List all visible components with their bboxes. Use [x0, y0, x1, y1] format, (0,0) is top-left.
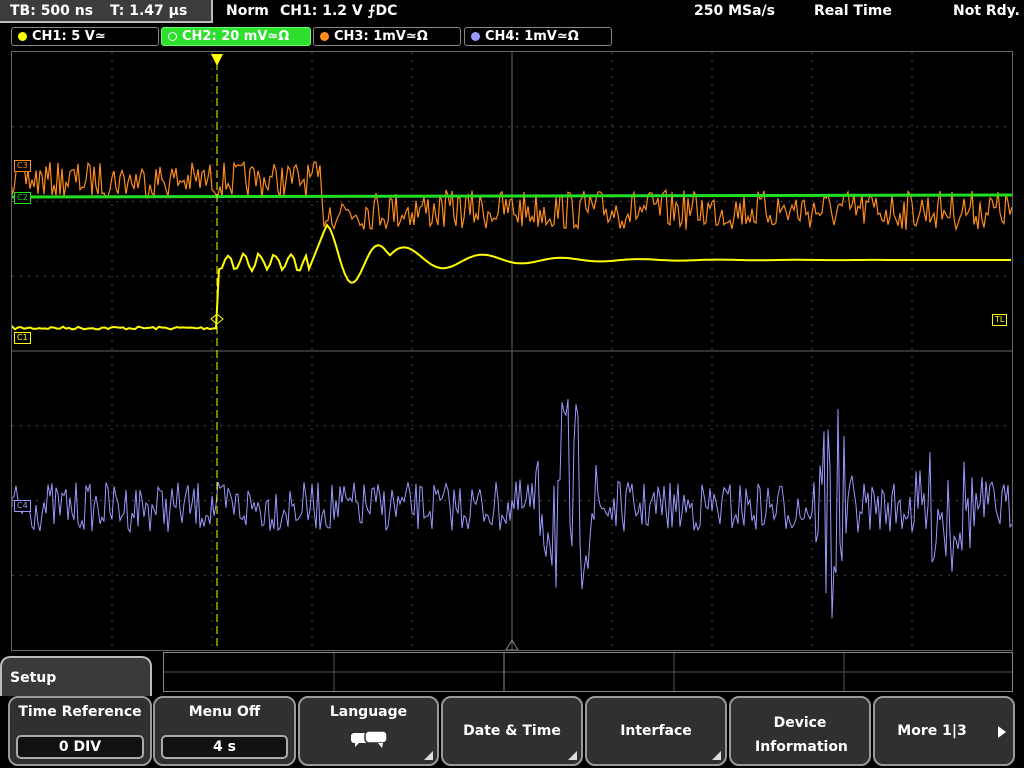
acquisition-state: Not Rdy. [953, 3, 1020, 19]
trigger-info: CH1: 1.2 V ⨍DC [280, 3, 398, 19]
ch1-ground-marker[interactable]: C1 [14, 332, 31, 344]
trigger-mode: Norm [226, 3, 269, 19]
ch1-indicator-icon [18, 32, 27, 41]
menu-off-softkey[interactable]: Menu Off 4 s [153, 696, 296, 766]
interface-softkey[interactable]: Interface [585, 696, 727, 766]
submenu-corner-icon [424, 751, 433, 760]
ch2-label: CH2: 20 mV≃Ω [182, 29, 290, 44]
more-label: More 1|3 [897, 723, 967, 739]
language-softkey[interactable]: Language [298, 696, 439, 766]
menu-off-value[interactable]: 4 s [161, 735, 288, 759]
time-reference-value[interactable]: 0 DIV [16, 735, 144, 759]
ch4-label: CH4: 1mV≃Ω [485, 29, 579, 44]
speech-bubbles-icon [351, 730, 388, 748]
ch2-ground-marker[interactable]: C2 [14, 192, 31, 204]
overview-svg [164, 653, 1012, 691]
device-information-softkey[interactable]: Device Information [729, 696, 871, 766]
channel-tab-ch4[interactable]: CH4: 1mV≃Ω [464, 27, 612, 46]
more-softkey[interactable]: More 1|3 [873, 696, 1015, 766]
zoom-overview-strip [163, 652, 1013, 692]
submenu-corner-icon [712, 751, 721, 760]
ch4-ground-marker[interactable]: C4 [14, 500, 31, 512]
ch3-ground-marker[interactable]: C3 [14, 160, 31, 172]
menu-off-label: Menu Off [188, 704, 261, 720]
graticule [12, 52, 1012, 650]
trigger-time-value: T: 1.47 µs [109, 3, 188, 19]
interface-label: Interface [620, 723, 692, 739]
ch3-label: CH3: 1mV≃Ω [334, 29, 428, 44]
acquisition-mode: Real Time [814, 3, 892, 19]
timebase-box[interactable]: TB: 500 ns T: 1.47 µs [0, 0, 213, 23]
language-label: Language [329, 704, 408, 720]
device-information-label: Device Information [755, 715, 848, 755]
ch1-label: CH1: 5 V≃ [32, 29, 106, 44]
submenu-corner-icon [568, 751, 577, 760]
channel-tab-ch2[interactable]: CH2: 20 mV≃Ω [161, 27, 311, 46]
waveform-svg [12, 52, 1012, 650]
next-page-icon [998, 726, 1006, 738]
time-reference-softkey[interactable]: Time Reference 0 DIV [8, 696, 152, 766]
date-time-softkey[interactable]: Date & Time [441, 696, 583, 766]
time-reference-label: Time Reference [18, 704, 142, 720]
ch3-indicator-icon [320, 32, 329, 41]
ch2-waveform [12, 193, 1012, 199]
ch2-indicator-icon [168, 32, 177, 41]
timebase-value: TB: 500 ns [10, 3, 94, 19]
channel-tab-ch3[interactable]: CH3: 1mV≃Ω [313, 27, 461, 46]
ch4-indicator-icon [471, 32, 480, 41]
date-time-label: Date & Time [463, 723, 561, 739]
menu-title: Setup [0, 656, 152, 696]
status-bar: TB: 500 ns T: 1.47 µs Norm CH1: 1.2 V ⨍D… [0, 0, 1024, 26]
trigger-position-icon [211, 54, 223, 66]
waveform-display[interactable]: C3 C2 C1 C4 TL [11, 51, 1013, 651]
trigger-level-marker[interactable]: TL [992, 314, 1008, 326]
channel-tab-ch1[interactable]: CH1: 5 V≃ [11, 27, 159, 46]
sample-rate: 250 MSa/s [694, 3, 776, 19]
